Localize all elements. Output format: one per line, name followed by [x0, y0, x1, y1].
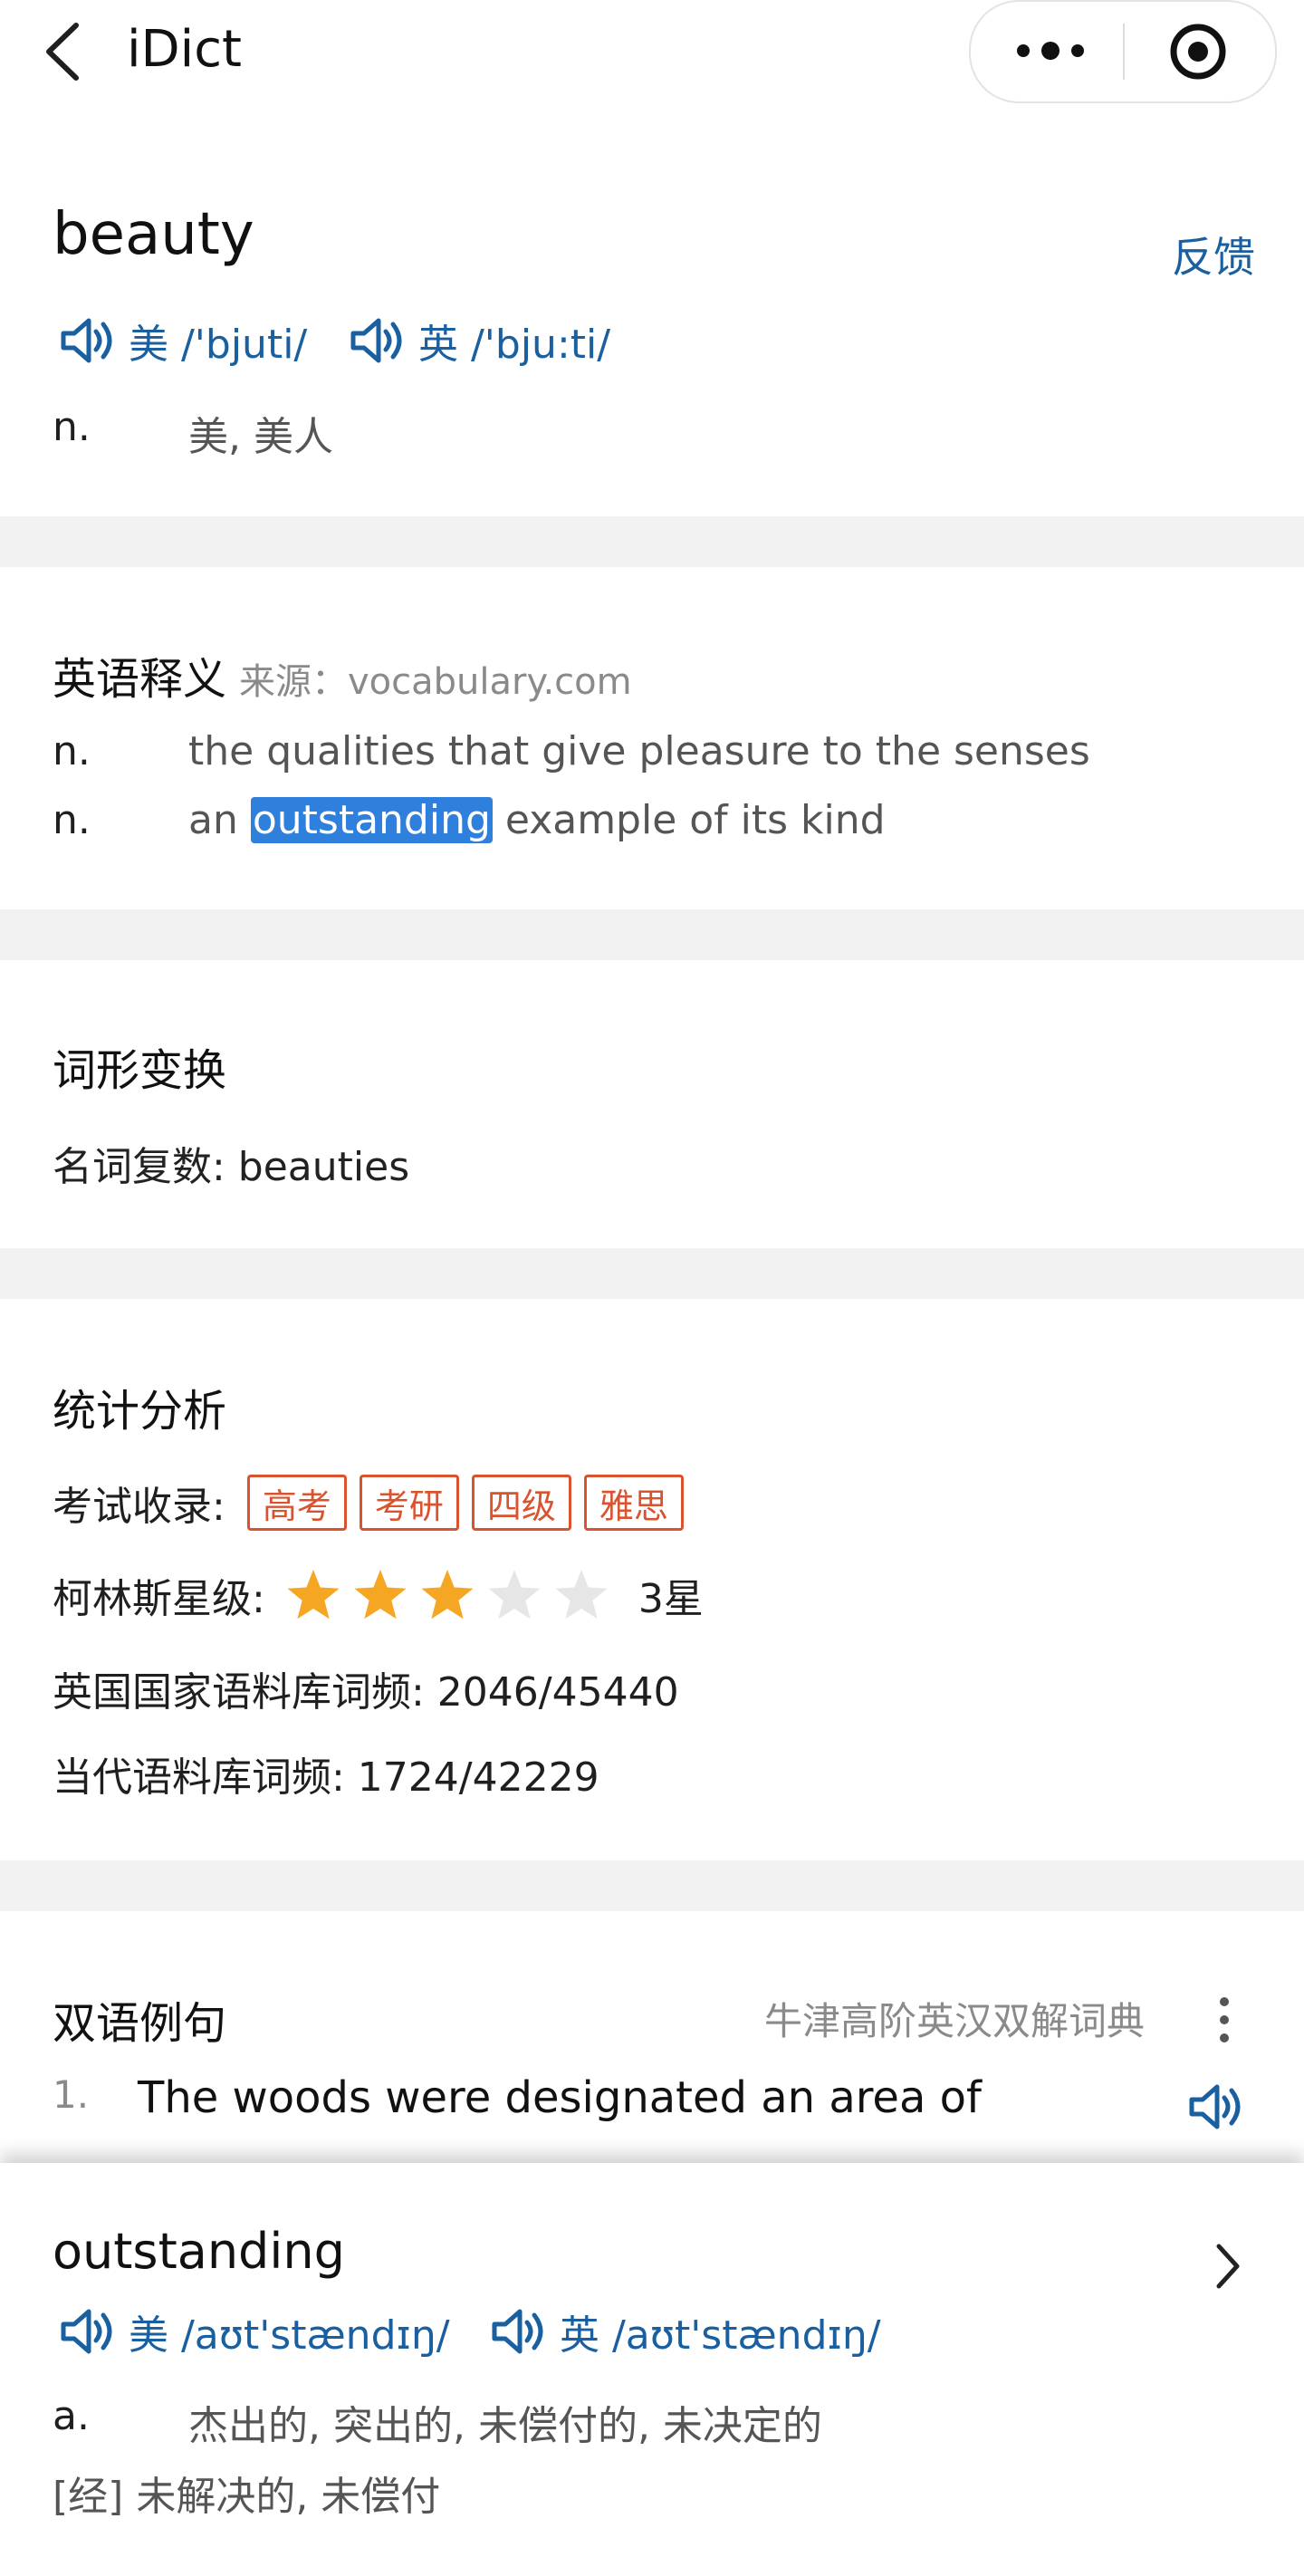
speaker-icon	[350, 318, 402, 363]
nav-bar: iDict	[0, 0, 1304, 109]
forms-title: 词形变换	[53, 1045, 227, 1096]
collins-stars-text: 3星	[638, 1576, 704, 1622]
popup-us-pron[interactable]: 美 /aʊt'stændɪŋ/	[58, 2302, 450, 2360]
selected-word[interactable]: outstanding	[250, 797, 493, 843]
stats-title: 统计分析	[53, 1386, 227, 1437]
popup-pos: a.	[53, 2393, 90, 2439]
uk-pron-text: 英 /'bju:ti/	[418, 322, 611, 368]
en-def-text: an outstanding example of its kind	[188, 797, 886, 843]
capsule-divider	[1123, 24, 1125, 80]
en-def-after: example of its kind	[492, 797, 886, 843]
example-text: The woods were designated an area of	[138, 2072, 982, 2123]
page-title: iDict	[127, 20, 242, 79]
uk-pron[interactable]: 英 /'bju:ti/	[348, 312, 610, 370]
back-icon[interactable]	[36, 20, 91, 83]
star-icon	[421, 1570, 474, 1620]
popup-word: outstanding	[53, 2223, 345, 2280]
lookup-popup: outstanding 美 /aʊt'stændɪŋ/ 英 /aʊt'stænd…	[0, 2163, 1304, 2576]
english-defs-header: 英语释义 来源：vocabulary.com	[53, 643, 632, 706]
chevron-right-icon[interactable]	[1210, 2239, 1246, 2293]
examples-source[interactable]: 牛津高阶英汉双解词典	[764, 1991, 1145, 2046]
more-dots-icon[interactable]	[1014, 33, 1087, 69]
us-pron-text: 美 /'bjuti/	[129, 322, 308, 368]
example-number: 1.	[53, 2072, 90, 2117]
capsule-menu	[969, 0, 1277, 103]
headword: beauty	[53, 201, 254, 268]
en-def-pos: n.	[53, 728, 91, 774]
en-def-text: the qualities that give pleasure to the …	[188, 728, 1090, 774]
exam-tag: 雅思	[583, 1475, 684, 1531]
popup-uk-pron-text: 英 /aʊt'stændɪŋ/	[560, 2312, 881, 2359]
exam-tag: 考研	[359, 1475, 459, 1531]
section-divider	[0, 516, 1304, 567]
star-icon	[488, 1570, 541, 1620]
collins-label: 柯林斯星级:	[53, 1576, 265, 1622]
exam-label: 考试收录:	[53, 1484, 225, 1530]
speaker-icon	[492, 2309, 543, 2354]
english-defs-title: 英语释义	[53, 654, 227, 705]
english-defs-source: 来源：vocabulary.com	[239, 661, 632, 703]
us-pron[interactable]: 美 /'bjuti/	[58, 312, 307, 370]
star-icon	[555, 1570, 608, 1620]
def-pos: n.	[53, 404, 91, 450]
speaker-icon[interactable]	[1186, 2080, 1244, 2134]
star-icon	[287, 1570, 340, 1620]
coca-frequency: 当代语料库词频: 1724/42229	[53, 1754, 599, 1801]
section-divider	[0, 1860, 1304, 1911]
section-divider	[0, 1248, 1304, 1299]
speaker-icon	[61, 318, 112, 363]
target-icon[interactable]	[1168, 22, 1228, 82]
en-def-before: an	[188, 797, 251, 843]
kebab-icon[interactable]	[1212, 1993, 1237, 2047]
en-def-pos: n.	[53, 797, 91, 843]
collins-stars	[285, 1567, 620, 1623]
def-text: 美, 美人	[188, 414, 333, 460]
star-icon	[354, 1570, 407, 1620]
popup-econ-def: [经] 未解决的, 未偿付	[53, 2474, 441, 2520]
examples-title: 双语例句	[53, 1998, 227, 2049]
exam-row: 考试收录: 高考 考研 四级 雅思	[53, 1471, 696, 1534]
section-divider	[0, 909, 1304, 960]
exam-tag: 四级	[471, 1475, 571, 1531]
popup-uk-pron[interactable]: 英 /aʊt'stændɪŋ/	[489, 2302, 881, 2360]
speaker-icon	[61, 2309, 112, 2354]
exam-tag: 高考	[246, 1475, 347, 1531]
popup-def: 杰出的, 突出的, 未偿付的, 未决定的	[188, 2403, 822, 2449]
bnc-frequency: 英国国家语料库词频: 2046/45440	[53, 1669, 679, 1716]
feedback-link[interactable]: 反馈	[1172, 225, 1255, 284]
collins-row: 柯林斯星级: 3星	[53, 1563, 704, 1627]
popup-us-pron-text: 美 /aʊt'stændɪŋ/	[129, 2312, 450, 2359]
plural-form: 名词复数: beauties	[53, 1144, 410, 1190]
